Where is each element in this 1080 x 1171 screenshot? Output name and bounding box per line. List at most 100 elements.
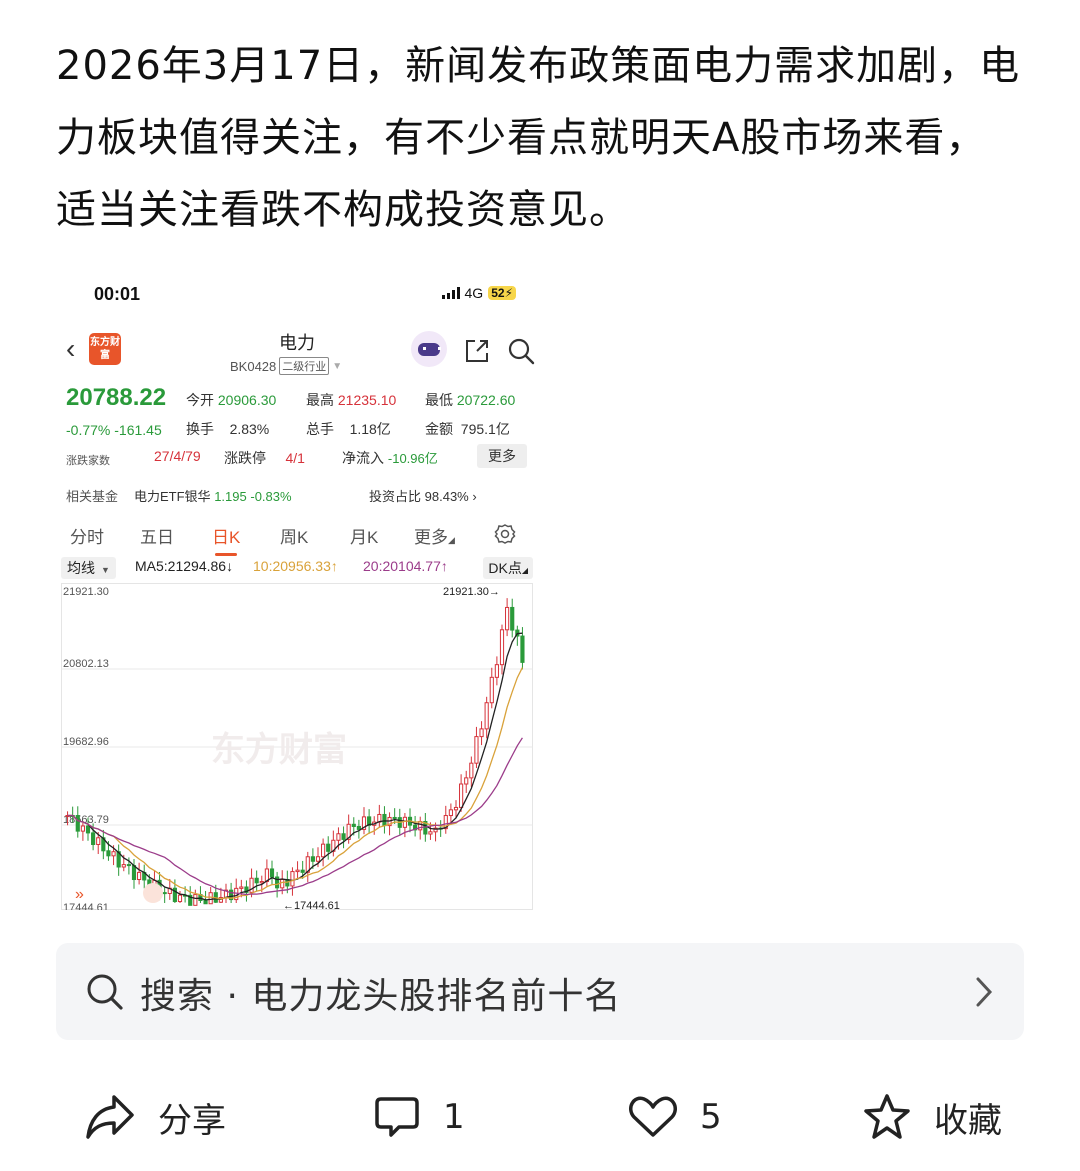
high-marker-label: 21921.30→ — [443, 586, 500, 598]
sector-code-label: BK0428 — [230, 358, 277, 374]
ma-selector[interactable]: 均线 ▼ — [61, 557, 116, 579]
expand-icon: » — [75, 886, 84, 903]
price-change: -0.77% -161.45 — [66, 422, 162, 438]
candle-body — [459, 783, 464, 808]
candle-body — [448, 809, 453, 817]
invest-ratio[interactable]: 投资占比 98.43% › — [369, 486, 477, 505]
low-marker-label: ←17444.61 — [283, 900, 340, 910]
candle-body — [392, 816, 397, 819]
candle-body — [290, 871, 295, 887]
candle-body — [254, 877, 259, 884]
stock-screenshot[interactable]: 00:01 4G 52⚡ ‹ 东方财富 电力 BK0428 二级行业 ▼ 207… — [56, 265, 538, 910]
updown-value: 27/4/79 — [154, 448, 201, 464]
comment-button[interactable]: 1 — [373, 1082, 465, 1152]
tab-week-k[interactable]: 周K — [280, 523, 308, 548]
candle-body — [494, 664, 499, 678]
search-icon — [87, 974, 123, 1010]
candle-body — [484, 702, 489, 730]
related-search-bar[interactable]: 搜索 · 电力龙头股排名前十名 — [56, 943, 1024, 1040]
share-button[interactable]: 分享 — [84, 1082, 226, 1152]
candle-body — [300, 869, 305, 873]
current-price: 20788.22 — [66, 384, 167, 411]
share-icon[interactable] — [463, 337, 491, 365]
candle-body — [326, 843, 331, 852]
tab-month-k[interactable]: 月K — [350, 523, 378, 548]
y-tick-label: 19682.96 — [63, 736, 109, 748]
more-button[interactable]: 更多 — [477, 444, 527, 468]
candle-body — [356, 825, 361, 830]
ma10-line — [67, 667, 523, 900]
low-stat: 最低 20722.60 — [425, 392, 516, 408]
candle-body — [341, 833, 346, 840]
dk-selector[interactable]: DK点◢ — [483, 557, 533, 579]
like-button[interactable]: 5 — [628, 1082, 722, 1152]
candle-body — [402, 816, 407, 828]
tab-day-k[interactable]: 日K — [212, 523, 240, 556]
tab-fenshi[interactable]: 分时 — [70, 523, 104, 548]
candle-body — [162, 892, 167, 895]
candle-body — [510, 606, 515, 631]
search-icon[interactable] — [507, 337, 535, 365]
sector-code: BK0428 二级行业 ▼ — [230, 357, 342, 375]
candle-body — [193, 894, 198, 906]
candle-body — [80, 825, 85, 832]
star-icon — [864, 1094, 910, 1139]
candle-body — [85, 825, 91, 834]
status-time: 00:01 — [94, 284, 141, 304]
fund-info[interactable]: 电力ETF银华 1.195 -0.83% — [134, 486, 292, 505]
limit-stat: 涨跌停 4/1 — [224, 450, 305, 466]
amount-stat: 金额 795.1亿 — [425, 421, 510, 437]
candle-body — [269, 868, 275, 878]
candle-body — [505, 606, 510, 631]
chevron-down-icon[interactable]: ▼ — [332, 361, 342, 372]
status-indicators: 4G 52⚡ — [441, 285, 516, 301]
ma5-value: MA5:21294.86↓ — [135, 558, 234, 574]
candle-body — [464, 777, 469, 785]
ma-row: 均线 ▼ MA5:21294.86↓ 10:20956.33↑ 20:20104.… — [61, 556, 533, 579]
tab-more[interactable]: 更多◢ — [414, 523, 455, 548]
heart-icon — [629, 1096, 677, 1137]
settings-gear-icon[interactable] — [494, 523, 516, 545]
candle-body — [280, 878, 285, 889]
candle-body — [336, 833, 341, 841]
share-arrow-icon — [86, 1095, 134, 1139]
candle-body — [259, 881, 264, 884]
candle-body — [177, 894, 183, 903]
high-stat: 最高 21235.10 — [306, 392, 397, 408]
candle-body — [96, 837, 101, 845]
open-stat: 今开 20906.30 — [186, 392, 277, 408]
ai-assistant-icon[interactable] — [411, 331, 447, 367]
candle-body — [474, 736, 479, 764]
candle-body — [428, 831, 433, 835]
signal-icon — [441, 287, 460, 299]
favorite-button[interactable]: 收藏 — [862, 1082, 1002, 1152]
candle-body — [321, 843, 326, 858]
y-tick-label: 17444.61 — [63, 902, 109, 910]
candle-body — [126, 864, 131, 867]
candle-body — [351, 823, 356, 827]
volume-stat: 总手 1.18亿 — [306, 421, 391, 437]
candle-body — [239, 886, 244, 889]
candle-body — [382, 813, 387, 827]
tab-five-day[interactable]: 五日 — [140, 523, 174, 548]
candle-body — [91, 832, 96, 845]
candle-body — [489, 676, 494, 704]
turnover-stat: 换手 2.83% — [186, 421, 270, 437]
kline-chart[interactable]: 21921.30 20802.13 19682.96 18563.79 17444.61… — [61, 583, 533, 910]
candle-body — [310, 856, 315, 862]
candle-body — [203, 899, 208, 905]
watermark-text: 东方财富 — [211, 730, 347, 770]
ma10-value: 10:20956.33↑ — [253, 558, 338, 574]
comment-icon — [375, 1097, 419, 1137]
ma20-value: 20:20104.77↑ — [363, 558, 448, 574]
sector-tag: 二级行业 — [279, 357, 330, 375]
candle-body — [111, 851, 116, 857]
chevron-right-icon — [976, 977, 993, 1007]
updown-label: 涨跌家数 — [66, 455, 110, 467]
inflow-stat: 净流入 -10.96亿 — [342, 450, 438, 466]
candle-body — [469, 762, 474, 779]
fullscreen-icon — [143, 883, 163, 903]
candle-body — [520, 635, 525, 663]
candle-body — [106, 850, 111, 857]
candle-body — [75, 815, 80, 832]
